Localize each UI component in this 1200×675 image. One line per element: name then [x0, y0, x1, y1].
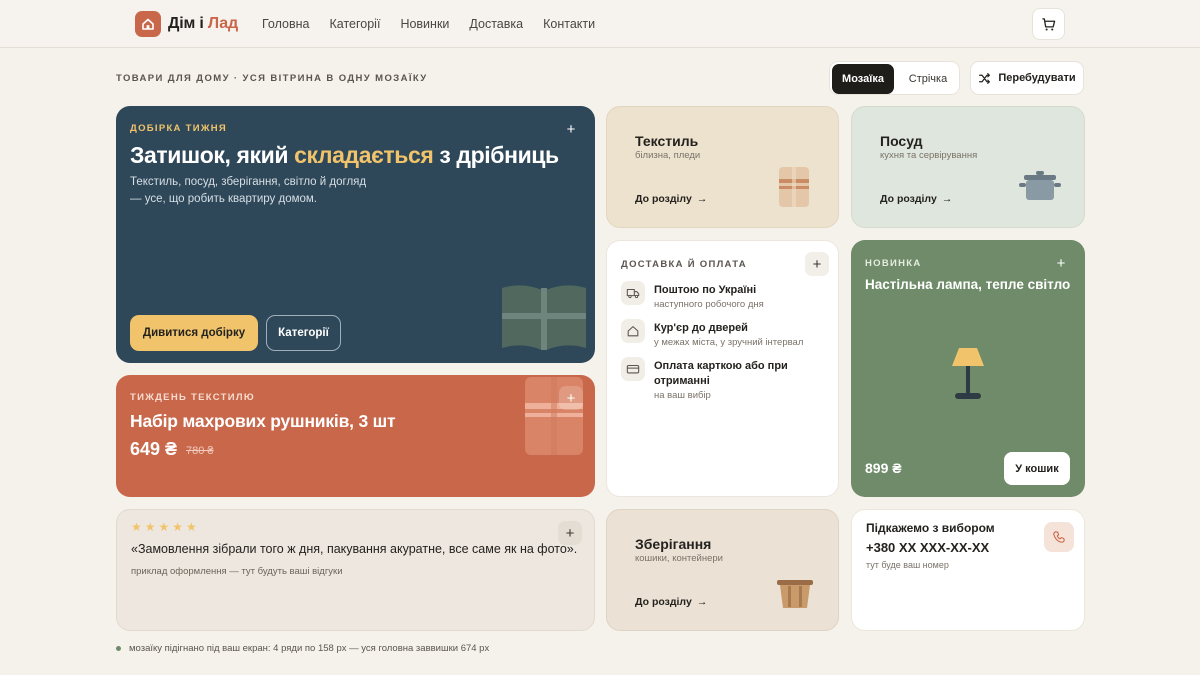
- plus-icon[interactable]: +: [559, 117, 583, 141]
- plus-icon[interactable]: +: [805, 252, 829, 276]
- category-link-label: До розділу: [635, 193, 692, 205]
- plus-icon[interactable]: +: [559, 386, 583, 410]
- category-card-textile[interactable]: Текстиль білизна, пледи До розділу →: [606, 106, 839, 228]
- delivery-item-subtitle: у межах міста, у зручний інтервал: [654, 337, 804, 348]
- view-selection-button[interactable]: Дивитися добірку: [130, 315, 258, 351]
- promo-kicker: ТИЖДЕНЬ ТЕКСТИЛЮ: [130, 392, 255, 403]
- nav-item-categories[interactable]: Категорії: [330, 17, 381, 31]
- category-subtitle: кухня та сервірування: [880, 150, 978, 161]
- delivery-item-title: Поштою по Україні: [654, 284, 757, 296]
- rating-stars: ★★★★★: [131, 520, 200, 534]
- view-mosaic-button[interactable]: Мозаїка: [832, 64, 894, 94]
- promo-old-price: 780 ₴: [186, 445, 214, 457]
- main-nav: Головна Категорії Новинки Доставка Конта…: [262, 17, 595, 31]
- folded-textile-icon: [779, 167, 809, 207]
- category-subtitle: білизна, пледи: [635, 150, 701, 161]
- delivery-card: ДОСТАВКА Й ОПЛАТА + Поштою по Україні на…: [606, 240, 839, 497]
- delivery-item-title: Кур'єр до дверей: [654, 322, 748, 334]
- delivery-kicker: ДОСТАВКА Й ОПЛАТА: [621, 259, 747, 270]
- open-book-icon: [502, 285, 586, 350]
- delivery-item-subtitle: на ваш вибір: [654, 390, 711, 401]
- category-link-label: До розділу: [635, 596, 692, 608]
- home-icon: [621, 319, 645, 343]
- status-dot: [116, 646, 121, 651]
- contact-heading: Підкажемо з вибором: [866, 521, 995, 535]
- category-link[interactable]: До розділу →: [635, 193, 707, 205]
- delivery-item-subtitle: наступного робочого дня: [654, 299, 764, 310]
- category-title: Зберігання: [635, 536, 712, 552]
- delivery-item: Оплата карткою або при отриманні на ваш …: [621, 357, 831, 405]
- category-subtitle: кошики, контейнери: [635, 553, 723, 564]
- hero-title: Затишок, який складається з дрібниць: [130, 142, 559, 169]
- category-link[interactable]: До розділу →: [635, 596, 707, 608]
- cart-button[interactable]: [1032, 8, 1065, 40]
- category-link[interactable]: До розділу →: [880, 193, 952, 205]
- new-item-card[interactable]: НОВИНКА Настільна лампа, тепле світло + …: [851, 240, 1085, 497]
- page-subtitle: ТОВАРИ ДЛЯ ДОМУ · УСЯ ВІТРИНА В ОДНУ МОЗ…: [116, 73, 428, 84]
- category-title: Посуд: [880, 133, 923, 149]
- review-quote: «Замовлення зібрали того ж дня, пакуванн…: [131, 542, 578, 556]
- basket-icon: [777, 580, 813, 608]
- nav-item-home[interactable]: Головна: [262, 17, 310, 31]
- hero-title-highlight: складається: [294, 142, 434, 168]
- arrow-right-icon: →: [696, 596, 708, 608]
- arrow-right-icon: →: [941, 193, 953, 205]
- view-toggle: Мозаїка Стрічка: [829, 61, 960, 95]
- footer-note: мозаїку підігнано під ваш екран: 4 ряди …: [116, 643, 489, 654]
- rebuild-button[interactable]: Перебудувати: [970, 61, 1084, 95]
- promo-price: 649 ₴: [130, 439, 178, 459]
- table-lamp-icon: [952, 348, 984, 399]
- card-icon: [621, 357, 645, 381]
- new-item-kicker: НОВИНКА: [865, 258, 922, 269]
- rebuild-label: Перебудувати: [998, 72, 1076, 84]
- categories-button[interactable]: Категорії: [266, 315, 341, 351]
- new-item-price: 899 ₴: [865, 460, 902, 476]
- arrow-right-icon: →: [696, 193, 708, 205]
- call-button[interactable]: [1044, 522, 1074, 552]
- hero-description: Текстиль, посуд, зберігання, світло й до…: [130, 176, 367, 205]
- contact-card: Підкажемо з вибором +380 XX XXX-XX-XX ту…: [851, 509, 1085, 631]
- review-note: приклад оформлення — тут будуть ваші від…: [131, 566, 343, 577]
- house-icon[interactable]: [135, 11, 161, 37]
- brand-name-part2: Лад: [207, 15, 238, 32]
- nav-item-new[interactable]: Новинки: [400, 17, 449, 31]
- delivery-item: Поштою по Україні наступного робочого дн…: [621, 281, 831, 315]
- cart-icon: [1042, 17, 1056, 30]
- view-feed-button[interactable]: Стрічка: [898, 64, 958, 94]
- nav-item-contacts[interactable]: Контакти: [543, 17, 595, 31]
- category-link-label: До розділу: [880, 193, 937, 205]
- review-card: ★★★★★ «Замовлення зібрали того ж дня, па…: [116, 509, 595, 631]
- truck-icon: [621, 281, 645, 305]
- shuffle-icon: [979, 72, 991, 84]
- plus-icon[interactable]: +: [558, 521, 582, 545]
- new-item-title: Настільна лампа, тепле світло: [865, 277, 1071, 292]
- plus-icon[interactable]: +: [1049, 251, 1073, 275]
- site-header: Дім і Лад Головна Категорії Новинки Дост…: [0, 0, 1200, 48]
- delivery-item-title: Оплата карткою або при отриманні: [654, 360, 788, 387]
- add-to-cart-button[interactable]: У кошик: [1004, 452, 1070, 485]
- promo-title: Набір махрових рушників, 3 шт: [130, 411, 396, 431]
- towels-promo-card[interactable]: ТИЖДЕНЬ ТЕКСТИЛЮ Набір махрових рушників…: [116, 375, 595, 497]
- nav-item-delivery[interactable]: Доставка: [469, 17, 523, 31]
- hero-title-start: Затишок, який: [130, 142, 295, 168]
- hero-kicker: ДОБІРКА ТИЖНЯ: [130, 123, 228, 134]
- contact-phone[interactable]: +380 XX XXX-XX-XX: [866, 540, 989, 555]
- phone-icon: [1053, 531, 1065, 543]
- brand-name-part1: Дім і: [168, 15, 204, 32]
- delivery-item: Кур'єр до дверей у межах міста, у зручни…: [621, 319, 831, 353]
- brand-name[interactable]: Дім і Лад: [168, 15, 238, 33]
- category-title: Текстиль: [635, 133, 699, 149]
- hero-card: ДОБІРКА ТИЖНЯ Затишок, який складається …: [116, 106, 595, 363]
- pot-icon: [1019, 171, 1061, 200]
- category-card-dishes[interactable]: Посуд кухня та сервірування До розділу →: [851, 106, 1085, 228]
- category-card-storage[interactable]: Зберігання кошики, контейнери До розділу…: [606, 509, 839, 631]
- contact-note: тут буде ваш номер: [866, 560, 949, 570]
- footer-text: мозаїку підігнано під ваш екран: 4 ряди …: [129, 643, 490, 654]
- hero-title-end: з дрібниць: [433, 142, 559, 168]
